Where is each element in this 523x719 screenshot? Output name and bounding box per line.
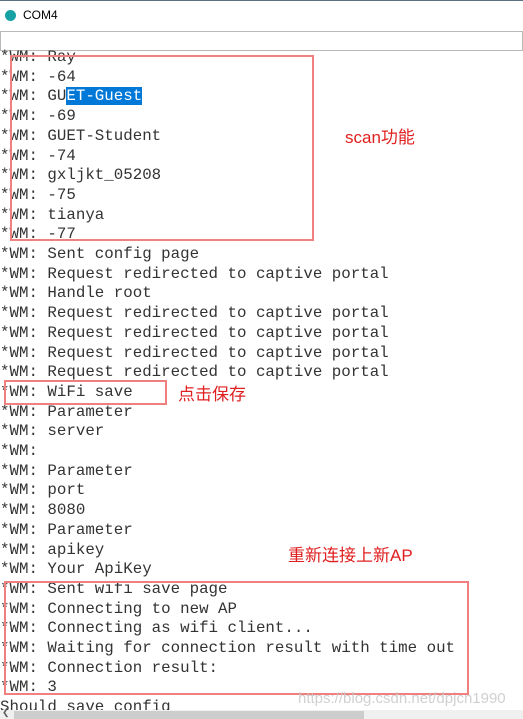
- console-line: *WM: Request redirected to captive porta…: [0, 264, 389, 283]
- console-line: *WM: server: [0, 422, 105, 441]
- console-line: *WM: apikey: [0, 540, 105, 559]
- console-line: *WM: Sent config page: [0, 245, 200, 263]
- title-bar: COM4: [0, 0, 523, 30]
- console-line: *WM: Parameter: [0, 402, 133, 421]
- console-line: *WM:: [0, 442, 38, 460]
- reconnect-highlight-box: [4, 581, 469, 695]
- console-line: *WM: Parameter: [0, 520, 133, 539]
- console-line: *WM: 8080: [0, 501, 86, 520]
- arduino-logo-icon: [5, 10, 16, 21]
- scroll-left-icon[interactable]: ❮: [2, 707, 10, 718]
- horizontal-scrollbar[interactable]: ❮: [0, 707, 523, 719]
- console-line: *WM: Handle root: [0, 284, 152, 303]
- save-annotation: 点击保存: [178, 385, 246, 404]
- console-line: *WM: Request redirected to captive porta…: [0, 343, 389, 362]
- console-line: *WM: Your ApiKey: [0, 560, 152, 579]
- scrollbar-thumb[interactable]: [14, 711, 364, 719]
- console-line: *WM: Parameter: [0, 461, 133, 480]
- reconnect-annotation: 重新连接上新AP: [288, 546, 413, 565]
- scan-highlight-box: [10, 55, 314, 241]
- watermark: https://blog.csdn.net/dpjcn1990: [298, 690, 506, 707]
- console-line: *WM: Request redirected to captive porta…: [0, 323, 389, 342]
- console-line: *WM: Request redirected to captive porta…: [0, 304, 389, 323]
- scan-annotation: scan功能: [345, 128, 415, 147]
- window-title: COM4: [23, 8, 58, 22]
- console-line: Should save config: [0, 698, 171, 710]
- save-highlight-box: [4, 380, 167, 405]
- console-line: *WM: port: [0, 481, 86, 500]
